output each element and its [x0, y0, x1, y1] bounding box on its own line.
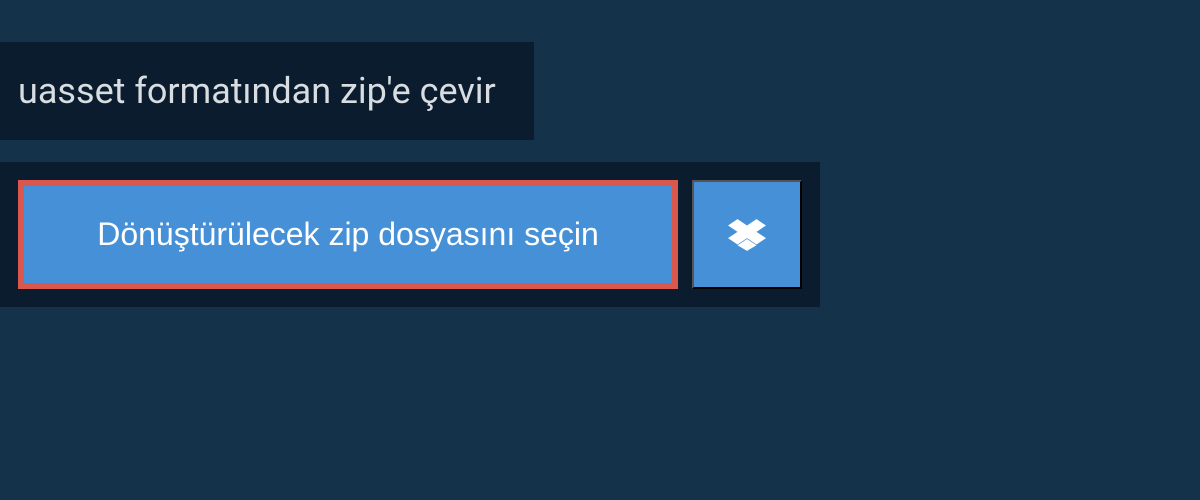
dropbox-icon: [728, 216, 766, 254]
select-file-button-label: Dönüştürülecek zip dosyasını seçin: [97, 216, 599, 253]
header-bar: uasset formatından zip'e çevir: [0, 42, 534, 140]
page-title: uasset formatından zip'e çevir: [18, 70, 496, 112]
dropbox-button[interactable]: [692, 180, 802, 289]
select-file-button[interactable]: Dönüştürülecek zip dosyasını seçin: [18, 180, 678, 289]
upload-section: Dönüştürülecek zip dosyasını seçin: [0, 162, 820, 307]
